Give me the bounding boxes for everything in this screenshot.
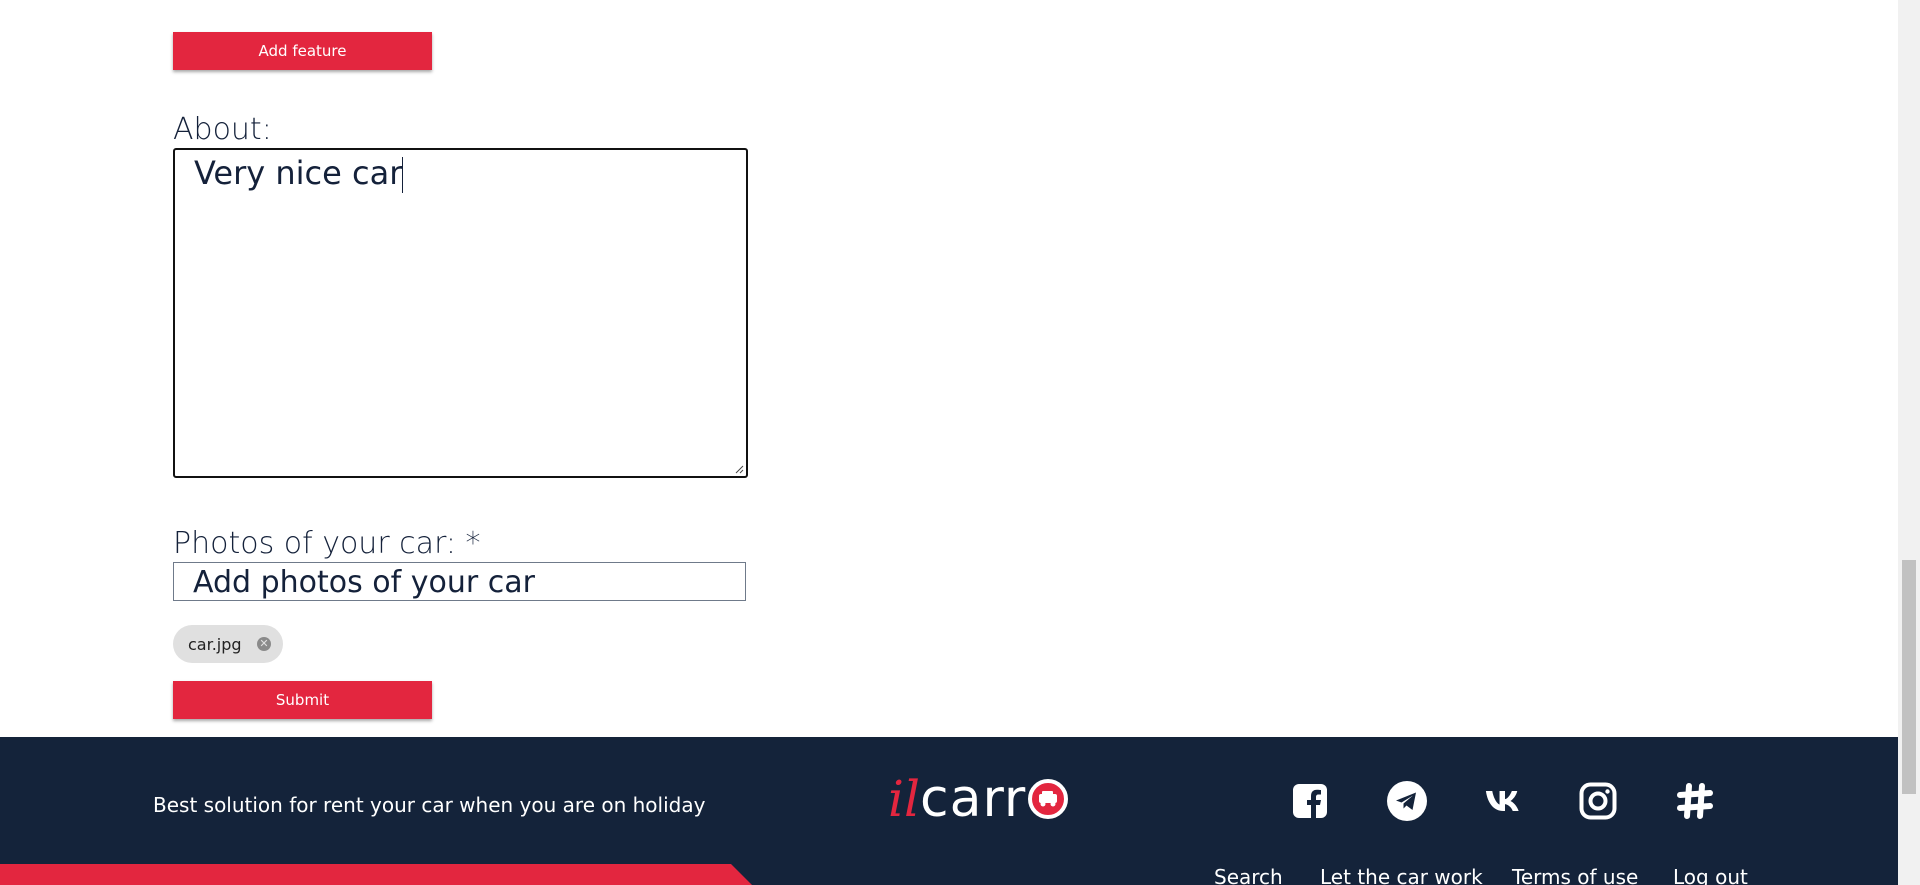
about-textarea[interactable]: Very nice car	[173, 148, 748, 478]
page: Add feature About: Very nice car Photos …	[0, 0, 1898, 885]
logo-car-badge-icon	[1028, 779, 1069, 819]
instagram-icon[interactable]	[1578, 781, 1618, 821]
about-label: About:	[173, 112, 272, 147]
uploaded-file-name: car.jpg	[188, 634, 242, 654]
footer-link-search[interactable]: Search	[1214, 865, 1283, 885]
facebook-icon[interactable]	[1290, 781, 1330, 821]
ilcarro-logo[interactable]: il carr	[888, 769, 1069, 829]
logo-prefix: il	[888, 770, 920, 828]
uploaded-file-chip: car.jpg ✕	[173, 625, 283, 663]
slack-icon[interactable]	[1675, 781, 1715, 821]
remove-file-icon[interactable]: ✕	[257, 637, 271, 651]
scrollbar-thumb[interactable]	[1902, 560, 1916, 794]
photos-input-placeholder: Add photos of your car	[193, 565, 535, 600]
telegram-icon[interactable]	[1387, 781, 1427, 821]
vertical-scrollbar[interactable]	[1898, 0, 1920, 885]
footer: Best solution for rent your car when you…	[0, 737, 1898, 885]
footer-link-log-out[interactable]: Log out	[1673, 865, 1748, 885]
footer-accent-stripe	[0, 864, 752, 885]
text-caret	[402, 157, 404, 193]
submit-button[interactable]: Submit	[173, 681, 432, 719]
photos-label: Photos of your car: *	[173, 526, 481, 561]
footer-link-let-the-car-work[interactable]: Let the car work	[1320, 865, 1483, 885]
photos-input[interactable]: Add photos of your car	[173, 562, 746, 601]
resize-grip-icon[interactable]	[734, 464, 744, 474]
logo-main: carr	[919, 769, 1027, 829]
footer-tagline: Best solution for rent your car when you…	[153, 793, 706, 817]
footer-link-terms-of-use[interactable]: Terms of use	[1512, 865, 1638, 885]
vk-icon[interactable]	[1485, 781, 1525, 821]
about-textarea-value: Very nice car	[194, 154, 404, 193]
add-feature-button[interactable]: Add feature	[173, 32, 432, 70]
